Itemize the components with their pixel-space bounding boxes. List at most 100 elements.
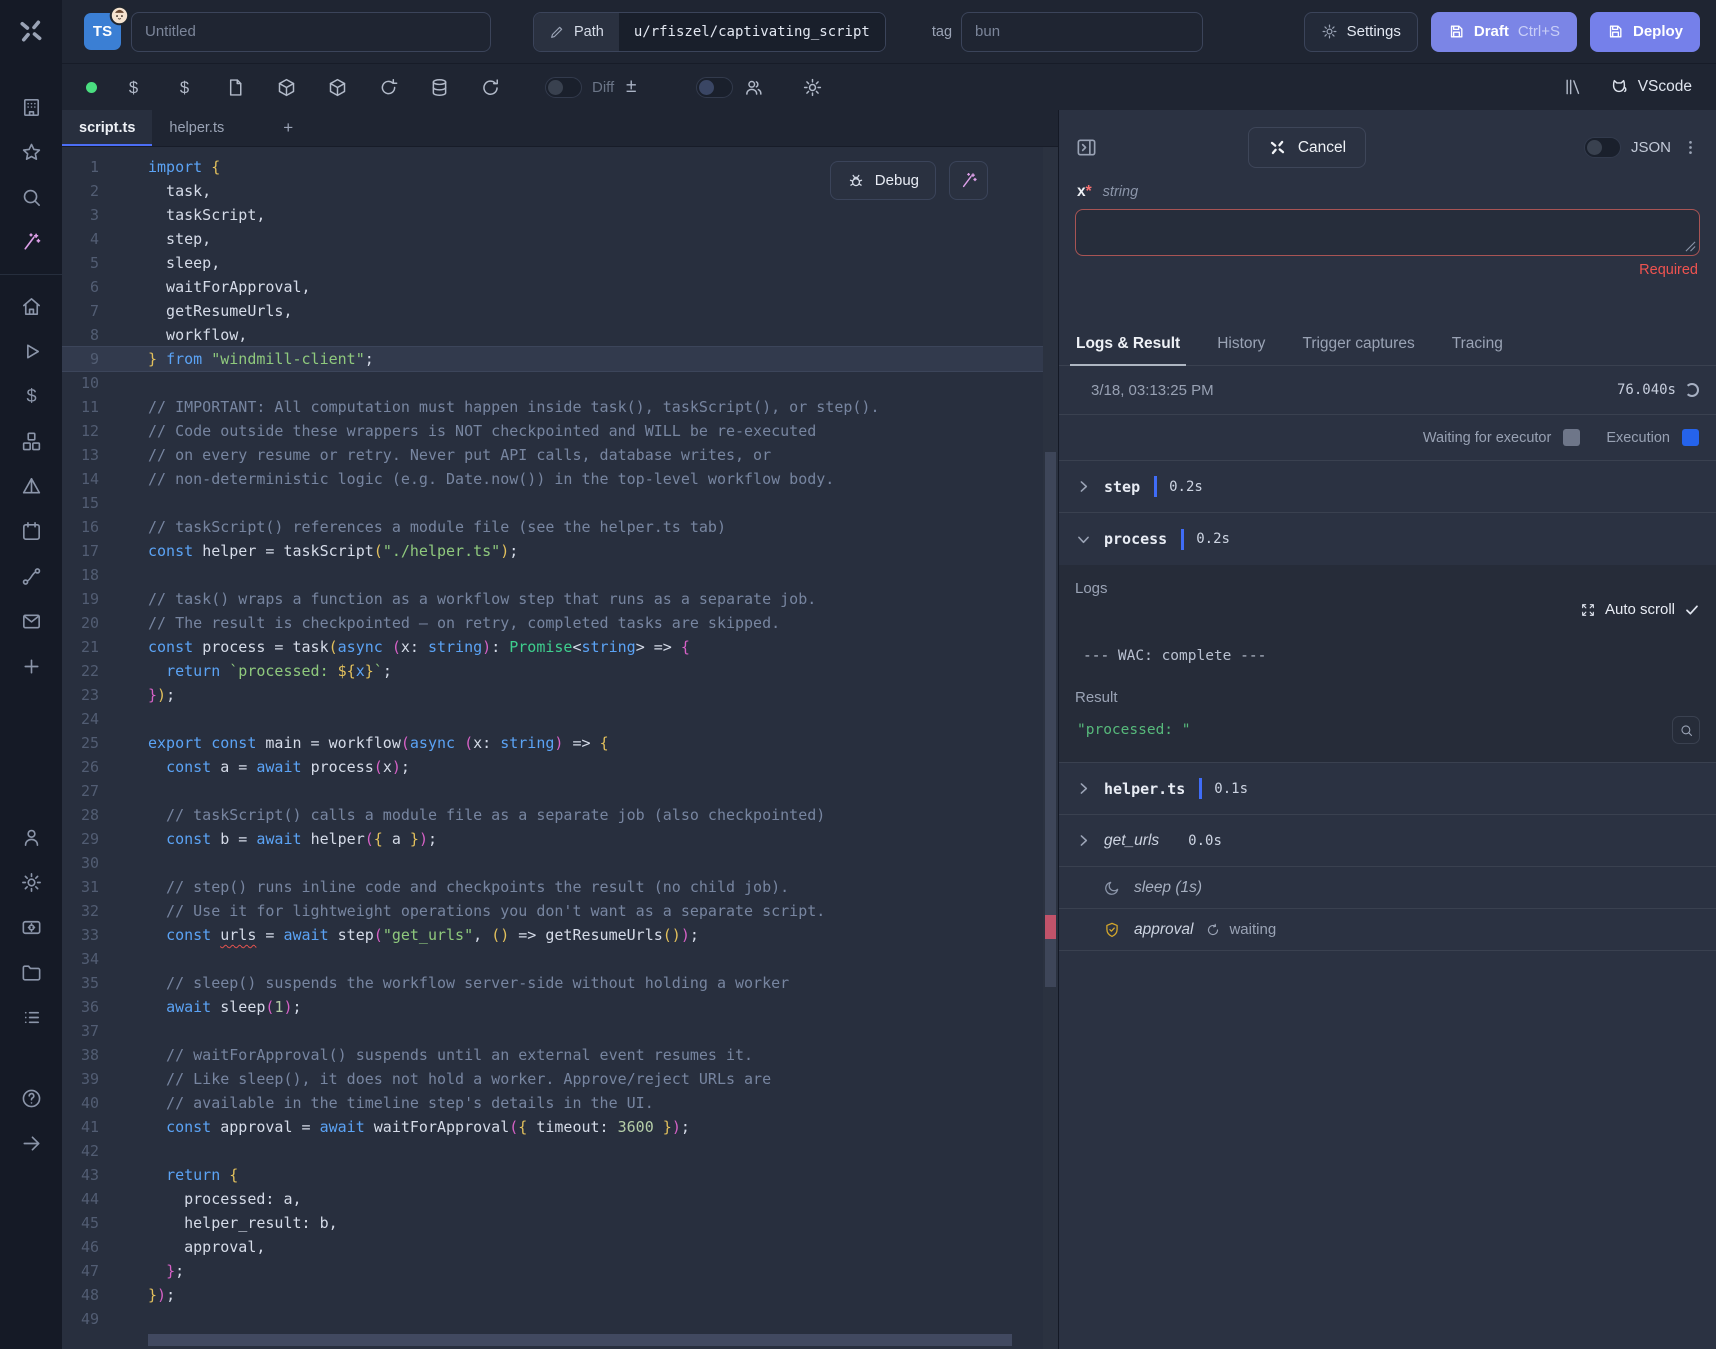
workers-icon[interactable] xyxy=(20,916,43,939)
package-icon[interactable] xyxy=(327,77,348,98)
code-line[interactable]: 9} from "windmill-client"; xyxy=(62,347,1058,371)
ai-wand-button[interactable] xyxy=(949,161,988,200)
code-line[interactable]: 36 await sleep(1); xyxy=(62,995,1058,1019)
tab-history[interactable]: History xyxy=(1217,325,1265,365)
search-icon[interactable] xyxy=(20,186,43,209)
list-icon[interactable] xyxy=(20,1006,43,1029)
code-line[interactable]: 33 const urls = await step("get_urls", (… xyxy=(62,923,1058,947)
code-line[interactable]: 15 xyxy=(62,491,1058,515)
building-icon[interactable] xyxy=(20,96,43,119)
code-line[interactable]: 12// Code outside these wrappers is NOT … xyxy=(62,419,1058,443)
calendar-icon[interactable] xyxy=(20,520,43,543)
code-line[interactable]: 32 // Use it for lightweight operations … xyxy=(62,899,1058,923)
json-toggle[interactable] xyxy=(1584,137,1621,158)
timeline-row-approval[interactable]: approval waiting xyxy=(1059,909,1716,951)
code-line[interactable]: 38 // waitForApproval() suspends until a… xyxy=(62,1043,1058,1067)
add-tab-button[interactable]: + xyxy=(267,110,309,146)
timeline-row-sleep[interactable]: sleep (1s) xyxy=(1059,867,1716,909)
code-line[interactable]: 34 xyxy=(62,947,1058,971)
tab-logs-result[interactable]: Logs & Result xyxy=(1076,325,1180,365)
tab-script-ts[interactable]: script.ts xyxy=(62,110,152,146)
code-line[interactable]: 49 xyxy=(62,1307,1058,1331)
wand-icon[interactable] xyxy=(20,231,43,254)
autoscroll-control[interactable]: Auto scroll xyxy=(1075,601,1700,618)
person-icon[interactable] xyxy=(20,826,43,849)
code-line[interactable]: 44 processed: a, xyxy=(62,1187,1058,1211)
diff-toggle[interactable] xyxy=(545,77,582,98)
code-line[interactable]: 45 helper_result: b, xyxy=(62,1211,1058,1235)
script-name-input[interactable] xyxy=(131,12,491,52)
database-icon[interactable] xyxy=(429,77,450,98)
code-line[interactable]: 24 xyxy=(62,707,1058,731)
code-line[interactable]: 14// non-deterministic logic (e.g. Date.… xyxy=(62,467,1058,491)
code-line[interactable]: 29 const b = await helper({ a }); xyxy=(62,827,1058,851)
folder-icon[interactable] xyxy=(20,961,43,984)
timeline-row-get-urls[interactable]: get_urls 0.0s xyxy=(1059,815,1716,867)
x-input[interactable] xyxy=(1075,209,1700,256)
people-icon[interactable] xyxy=(743,77,764,98)
code-line[interactable]: 47 }; xyxy=(62,1259,1058,1283)
vscode-button[interactable]: VScode xyxy=(1609,77,1692,97)
dollar-icon[interactable]: $ xyxy=(123,77,144,98)
dollar-icon[interactable]: $ xyxy=(20,385,43,408)
dollar-icon[interactable]: $ xyxy=(174,77,195,98)
code-line[interactable]: 22 return `processed: ${x}`; xyxy=(62,659,1058,683)
rotate-icon[interactable] xyxy=(378,77,399,98)
mail-icon[interactable] xyxy=(20,610,43,633)
code-line[interactable]: 48}); xyxy=(62,1283,1058,1307)
code-line[interactable]: 27 xyxy=(62,779,1058,803)
code-line[interactable]: 19// task() wraps a function as a workfl… xyxy=(62,587,1058,611)
code-line[interactable]: 4 step, xyxy=(62,227,1058,251)
cubes-icon[interactable] xyxy=(20,430,43,453)
plus-minus-icon[interactable]: ± xyxy=(622,78,640,96)
code-line[interactable]: 21const process = task(async (x: string)… xyxy=(62,635,1058,659)
code-line[interactable]: 17const helper = taskScript("./helper.ts… xyxy=(62,539,1058,563)
code-line[interactable]: 26 const a = await process(x); xyxy=(62,755,1058,779)
code-line[interactable]: 31 // step() runs inline code and checkp… xyxy=(62,875,1058,899)
panel-collapse-icon[interactable] xyxy=(1075,136,1098,159)
code-area[interactable]: 1import {2 task,3 taskScript,4 step,5 sl… xyxy=(62,147,1058,1349)
code-line[interactable]: 10 xyxy=(62,371,1058,395)
debug-button[interactable]: Debug xyxy=(830,161,936,200)
code-line[interactable]: 43 return { xyxy=(62,1163,1058,1187)
pyramid-icon[interactable] xyxy=(20,475,43,498)
code-line[interactable]: 18 xyxy=(62,563,1058,587)
help-icon[interactable] xyxy=(20,1087,43,1110)
code-line[interactable]: 46 approval, xyxy=(62,1235,1058,1259)
refresh-icon[interactable] xyxy=(480,77,501,98)
cancel-button[interactable]: Cancel xyxy=(1248,127,1366,168)
search-result-button[interactable] xyxy=(1672,716,1700,744)
star-icon[interactable] xyxy=(20,141,43,164)
package-icon[interactable] xyxy=(276,77,297,98)
code-line[interactable]: 13// on every resume or retry. Never put… xyxy=(62,443,1058,467)
resize-handle-icon[interactable] xyxy=(1685,241,1696,252)
code-line[interactable]: 25export const main = workflow(async (x:… xyxy=(62,731,1058,755)
code-line[interactable]: 20// The result is checkpointed — on ret… xyxy=(62,611,1058,635)
draft-button[interactable]: Draft Ctrl+S xyxy=(1431,12,1577,52)
play-icon[interactable] xyxy=(20,340,43,363)
tab-trigger-captures[interactable]: Trigger captures xyxy=(1302,325,1414,365)
deploy-button[interactable]: Deploy xyxy=(1590,12,1700,52)
code-line[interactable]: 30 xyxy=(62,851,1058,875)
path-field[interactable]: Path u/rfiszel/captivating_script xyxy=(533,12,886,52)
code-line[interactable]: 8 workflow, xyxy=(62,323,1058,347)
windmill-logo-icon[interactable] xyxy=(0,0,62,62)
code-line[interactable]: 39 // Like sleep(), it does not hold a w… xyxy=(62,1067,1058,1091)
code-line[interactable]: 28 // taskScript() calls a module file a… xyxy=(62,803,1058,827)
timeline-row-step[interactable]: step 0.2s xyxy=(1059,461,1716,513)
code-line[interactable]: 3 taskScript, xyxy=(62,203,1058,227)
code-line[interactable]: 23}); xyxy=(62,683,1058,707)
code-line[interactable]: 37 xyxy=(62,1019,1058,1043)
vertical-scrollbar-thumb[interactable] xyxy=(1045,452,1056,987)
code-line[interactable]: 5 sleep, xyxy=(62,251,1058,275)
settings-button[interactable]: Settings xyxy=(1304,12,1418,52)
multiplayer-toggle[interactable] xyxy=(696,77,733,98)
code-line[interactable]: 35 // sleep() suspends the workflow serv… xyxy=(62,971,1058,995)
tab-helper-ts[interactable]: helper.ts xyxy=(152,110,241,146)
code-line[interactable]: 41 const approval = await waitForApprova… xyxy=(62,1115,1058,1139)
home-icon[interactable] xyxy=(20,295,43,318)
gear-icon[interactable] xyxy=(802,77,823,98)
gear-icon[interactable] xyxy=(20,871,43,894)
timeline-row-process[interactable]: process 0.2s xyxy=(1059,513,1716,565)
plus-icon[interactable] xyxy=(20,655,43,678)
